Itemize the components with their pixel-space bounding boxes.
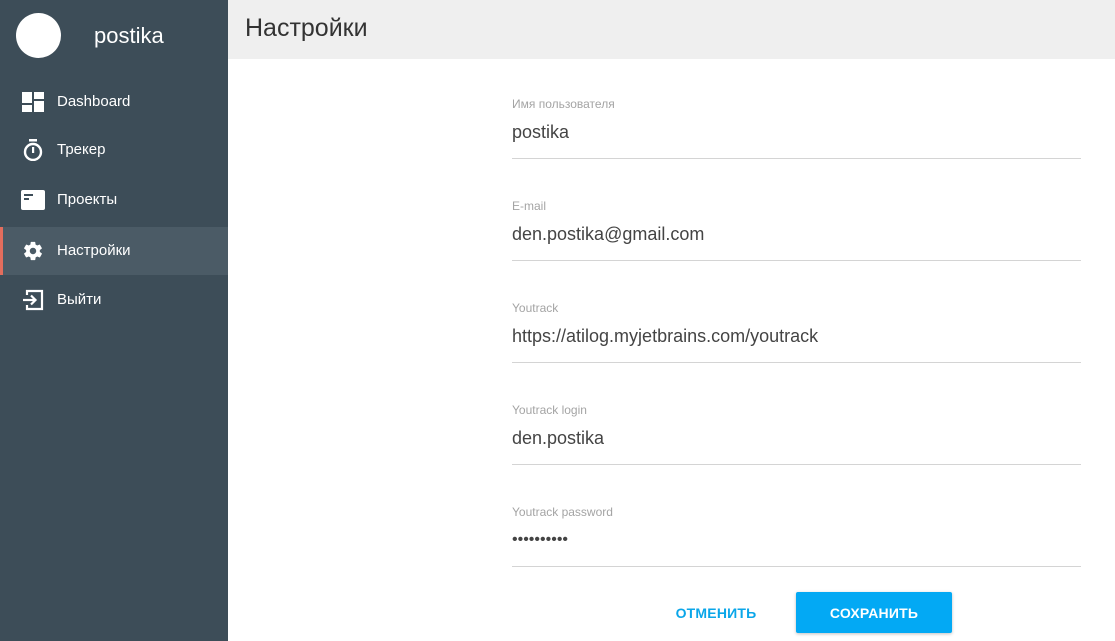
exit-icon bbox=[21, 289, 45, 311]
save-button[interactable]: СОХРАНИТЬ bbox=[796, 592, 952, 633]
youtrack-login-input[interactable] bbox=[512, 425, 1081, 451]
email-label: E-mail bbox=[512, 199, 547, 213]
stopwatch-icon bbox=[21, 139, 45, 161]
profile-name: postika bbox=[94, 23, 164, 48]
top-bar: Настройки bbox=[228, 0, 1115, 59]
email-field-group: E-mail bbox=[512, 199, 1081, 261]
youtrack-password-field-group: Youtrack password bbox=[512, 505, 1081, 567]
avatar[interactable] bbox=[16, 13, 61, 58]
username-input[interactable] bbox=[512, 119, 1081, 145]
sidebar-item-label: Трекер bbox=[57, 141, 106, 158]
username-field-group: Имя пользователя bbox=[512, 97, 1081, 159]
sidebar-item-label: Выйти bbox=[57, 291, 102, 308]
gear-icon bbox=[21, 240, 45, 262]
youtrack-login-label: Youtrack login bbox=[512, 403, 587, 417]
sidebar-item-projects[interactable]: Проекты bbox=[0, 176, 228, 224]
projects-icon bbox=[21, 189, 45, 211]
profile-block: postika bbox=[0, 0, 228, 75]
email-input[interactable] bbox=[512, 221, 1081, 247]
sidebar-item-settings[interactable]: Настройки bbox=[0, 227, 228, 275]
sidebar: postika Dashboard Трекер Проекты Настрой… bbox=[0, 0, 228, 641]
sidebar-item-label: Настройки bbox=[57, 242, 131, 259]
youtrack-url-input[interactable] bbox=[512, 323, 1081, 349]
dashboard-icon bbox=[21, 91, 45, 113]
sidebar-item-dashboard[interactable]: Dashboard bbox=[0, 78, 228, 126]
youtrack-url-field-group: Youtrack bbox=[512, 301, 1081, 363]
youtrack-url-label: Youtrack bbox=[512, 301, 559, 315]
sidebar-item-logout[interactable]: Выйти bbox=[0, 276, 228, 324]
sidebar-item-label: Проекты bbox=[57, 191, 118, 208]
youtrack-login-field-group: Youtrack login bbox=[512, 403, 1081, 465]
page-title: Настройки bbox=[245, 14, 368, 42]
youtrack-password-input[interactable] bbox=[512, 527, 1081, 553]
sidebar-item-tracker[interactable]: Трекер bbox=[0, 126, 228, 174]
youtrack-password-label: Youtrack password bbox=[512, 505, 613, 519]
sidebar-item-label: Dashboard bbox=[57, 93, 131, 110]
username-label: Имя пользователя bbox=[512, 97, 615, 111]
cancel-button[interactable]: ОТМЕНИТЬ bbox=[665, 593, 767, 633]
